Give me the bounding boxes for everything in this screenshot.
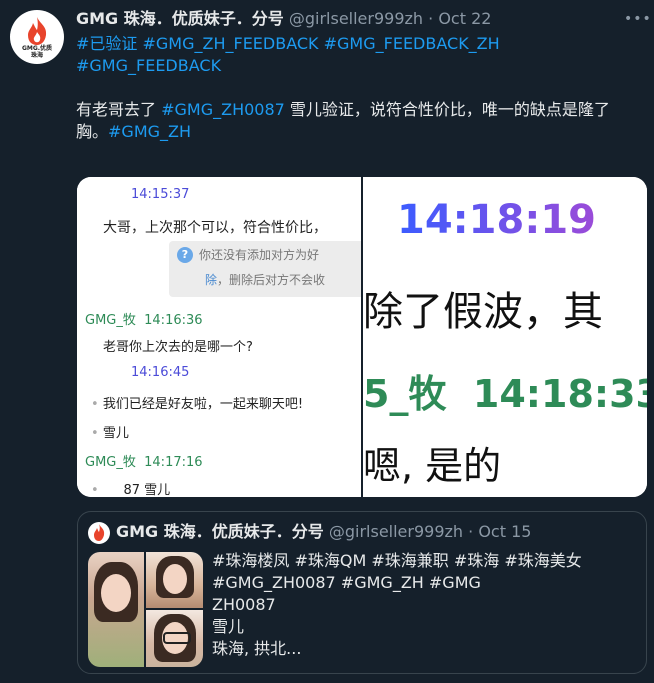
media-image-zoom[interactable]: 14:18:19 除了假波，其 5_牧 14:18:33 嗯, 是的	[363, 177, 647, 497]
quoted-avatar	[88, 522, 110, 544]
notice-text: 你还没有添加对方为好	[199, 248, 320, 262]
quoted-header: GMG 珠海．优质妹子．分号 @girlseller999zh · Oct 15	[116, 521, 638, 543]
chat-message: • 雪儿	[91, 426, 129, 441]
chat-message: 老哥你上次去的是哪一个?	[103, 340, 253, 355]
tweet-hashtag-zh[interactable]: #GMG_ZH	[108, 122, 191, 141]
quoted-line: #珠海楼凤 #珠海QM #珠海兼职 #珠海 #珠海美女	[212, 551, 582, 570]
hashtags-line-1[interactable]: #已验证 #GMG_ZH_FEEDBACK #GMG_FEEDBACK_ZH	[76, 33, 644, 55]
chat-message: • 87 雪儿	[91, 483, 171, 497]
question-icon: ?	[177, 247, 193, 263]
quoted-photo[interactable]	[146, 610, 203, 667]
flame-logo-icon	[94, 524, 105, 541]
tweet-text-part-2: 雪儿验证，说符合性价比，唯一的缺点是隆了	[289, 100, 610, 119]
tweet-header: GMG 珠海．优质妹子．分号 @girlseller999zh · Oct 22	[76, 8, 614, 30]
tweet-hashtags: #已验证 #GMG_ZH_FEEDBACK #GMG_FEEDBACK_ZH #…	[76, 33, 644, 77]
author-name[interactable]: GMG 珠海．优质妹子．分号	[76, 9, 284, 28]
chat-time: 14:16:45	[131, 365, 190, 380]
quoted-text: #珠海楼凤 #珠海QM #珠海兼职 #珠海 #珠海美女 #GMG_ZH0087 …	[212, 550, 642, 660]
quoted-photo[interactable]	[88, 552, 144, 667]
quoted-line: #GMG_ZH0087 #GMG_ZH #GMG	[212, 573, 481, 592]
avatar-text: GMG.优质 珠海	[21, 45, 53, 59]
quoted-line: 雪儿	[212, 617, 245, 636]
quoted-line: 珠海, 拱北...	[212, 639, 302, 658]
chat-notice: ? 你还没有添加对方为好 除，删除后对方不会收	[169, 241, 361, 297]
chat-message: • 我们已经是好友啦，一起来聊天吧!	[91, 397, 304, 412]
tweet-text-part-3: 胸。	[76, 122, 109, 141]
flame-logo-icon	[28, 17, 47, 45]
chat-sender-line: GMG_牧 14:17:16	[85, 455, 203, 470]
media-image-chat[interactable]: 14:15:37 大哥，上次那个可以，符合性价比， ? 你还没有添加对方为好 除…	[77, 177, 361, 497]
quoted-photo[interactable]	[146, 552, 203, 608]
chat-message: 大哥，上次那个可以，符合性价比，	[103, 220, 327, 236]
tweet-text-part-1: 有老哥去了	[76, 100, 157, 119]
quoted-tweet[interactable]: GMG 珠海．优质妹子．分号 @girlseller999zh · Oct 15…	[77, 511, 647, 674]
more-dots-icon[interactable]: •••	[624, 12, 651, 26]
tweet-text: 有老哥去了 #GMG_ZH0087 雪儿验证，说符合性价比，唯一的缺点是隆了 胸…	[76, 99, 644, 143]
tweet-date[interactable]: Oct 22	[438, 9, 491, 28]
notice-text-2: 除，删除后对方不会收	[205, 273, 326, 287]
hashtags-line-2[interactable]: #GMG_FEEDBACK	[76, 55, 644, 77]
header-separator: ·	[423, 9, 439, 28]
quoted-date: Oct 15	[478, 522, 532, 541]
zoom-message: 除了假波，其	[363, 289, 603, 335]
author-avatar[interactable]: GMG.优质 珠海	[10, 10, 64, 64]
zoom-message: 嗯, 是的	[363, 444, 502, 488]
zoom-time: 14:18:19	[397, 197, 596, 243]
quoted-author-name: GMG 珠海．优质妹子．分号	[116, 522, 324, 541]
quoted-handle: @girlseller999zh	[328, 522, 464, 541]
quoted-line: ZH0087	[212, 595, 276, 614]
tweet-media[interactable]: 14:15:37 大哥，上次那个可以，符合性价比， ? 你还没有添加对方为好 除…	[77, 177, 647, 497]
quoted-photos[interactable]	[88, 552, 203, 667]
quoted-separator: ·	[463, 522, 479, 541]
author-handle[interactable]: @girlseller999zh	[289, 9, 423, 28]
chat-time: 14:15:37	[131, 187, 190, 202]
tweet-hashtag-zh0087[interactable]: #GMG_ZH0087	[161, 100, 285, 119]
zoom-sender-line: 5_牧 14:18:33	[363, 372, 647, 416]
chat-sender-line: GMG_牧 14:16:36	[85, 313, 203, 328]
